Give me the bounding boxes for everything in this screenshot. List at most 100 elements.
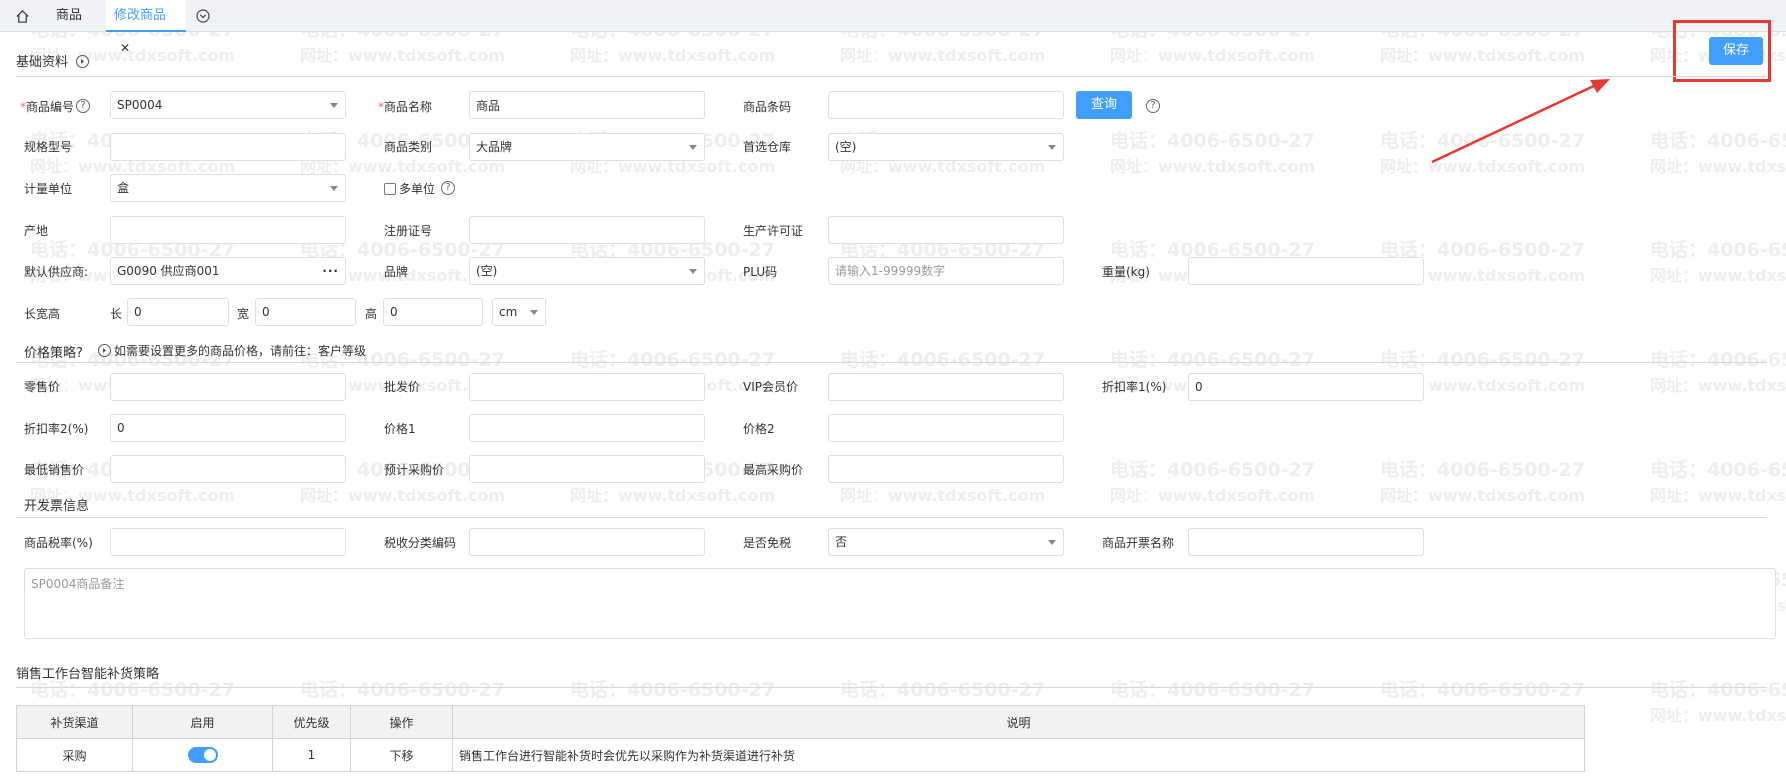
section-invoice-title: 开发票信息 (24, 499, 90, 514)
reg-input[interactable] (469, 216, 705, 244)
enabled-toggle[interactable] (187, 747, 218, 763)
tab-edit-goods[interactable]: 修改商品 ✕ (106, 0, 186, 55)
multi-unit-help-icon[interactable]: ? (441, 181, 455, 195)
checkbox-icon[interactable] (384, 183, 396, 195)
tax-code-input[interactable] (469, 528, 705, 556)
col-action: 操作 (350, 705, 453, 739)
collapse-icon[interactable] (76, 55, 90, 68)
price1-input[interactable] (469, 414, 705, 442)
invoice-name-label: 商品开票名称 (1102, 536, 1175, 550)
plu-label: PLU码 (743, 265, 778, 279)
dims-unit-select[interactable]: cm (492, 298, 546, 326)
table-row: 采购 1 下移 销售工作台进行智能补货时会优先以采购作为补货渠道进行补货 (16, 738, 1585, 772)
tax-rate-label: 商品税率(%) (24, 536, 93, 550)
warehouse-label: 首选仓库 (743, 140, 792, 154)
category-select[interactable]: 大品牌 (469, 133, 705, 161)
price2-input[interactable] (828, 414, 1064, 442)
section-basic-title: 基础资料 (16, 51, 90, 70)
min-sale-input[interactable] (110, 455, 346, 483)
col-desc: 说明 (452, 705, 1585, 739)
license-input[interactable] (828, 216, 1064, 244)
remark-textarea[interactable]: SP0004商品备注 (24, 568, 1776, 639)
home-icon[interactable] (14, 8, 30, 24)
price-strategy-label: 价格策略? (24, 346, 83, 361)
more-icon[interactable]: ··· (322, 258, 339, 284)
weight-input[interactable] (1188, 257, 1424, 285)
cell-priority: 1 (272, 738, 351, 772)
watermark-text: 电话：4006-6500-27网址：www.tdxsoft.com (1650, 130, 1786, 176)
barcode-help-icon[interactable]: ? (1146, 99, 1160, 113)
multi-unit-checkbox[interactable]: 多单位 (384, 180, 435, 197)
supplier-picker[interactable]: G0090 供应商001 ··· (110, 257, 346, 285)
spec-label: 规格型号 (24, 140, 73, 154)
tax-rate-input[interactable] (110, 528, 346, 556)
wholesale-input[interactable] (469, 373, 705, 401)
est-purchase-input[interactable] (469, 455, 705, 483)
discount1-input[interactable] (1188, 373, 1424, 401)
brand-label: 品牌 (384, 265, 409, 279)
watermark-text: 电话：4006-6500-27网址：www.tdxsoft.com (1650, 459, 1786, 505)
origin-label: 产地 (24, 224, 49, 238)
license-label: 生产许可证 (743, 224, 804, 238)
origin-input[interactable] (110, 216, 346, 244)
table-header-row: 补货渠道 启用 优先级 操作 说明 (16, 705, 1585, 739)
cell-desc: 销售工作台进行智能补货时会优先以采购作为补货渠道进行补货 (452, 738, 1585, 772)
supplier-label: 默认供应商: (24, 265, 89, 279)
tab-goods[interactable]: 商品 (56, 0, 94, 32)
tax-free-select[interactable]: 否 (828, 528, 1064, 556)
code-label: *商品编号 (20, 100, 75, 114)
tax-free-label: 是否免税 (743, 536, 792, 550)
barcode-input[interactable] (828, 91, 1064, 119)
col-channel: 补货渠道 (16, 705, 133, 739)
col-priority: 优先级 (272, 705, 351, 739)
wholesale-label: 批发价 (384, 380, 421, 394)
plu-input[interactable] (828, 257, 1064, 285)
est-purchase-label: 预计采购价 (384, 463, 445, 477)
section-divider (16, 76, 1767, 77)
close-icon[interactable]: ✕ (120, 41, 130, 55)
watermark-text: 电话：4006-6500-27网址：www.tdxsoft.com (1650, 349, 1786, 395)
unit-select[interactable]: 盒 (110, 174, 346, 202)
watermark-text: 电话：4006-6500-27网址：www.tdxsoft.com (1110, 459, 1316, 505)
price1-label: 价格1 (384, 422, 416, 436)
name-label: *商品名称 (378, 100, 433, 114)
vip-label: VIP会员价 (743, 380, 798, 394)
name-input[interactable] (469, 91, 705, 119)
discount2-label: 折扣率2(%) (24, 422, 89, 436)
length-input[interactable] (127, 298, 229, 326)
price-divider (16, 362, 1767, 363)
max-purchase-input[interactable] (828, 455, 1064, 483)
chevron-circle-down-icon[interactable] (196, 9, 210, 23)
brand-select[interactable]: (空) (469, 257, 705, 285)
watermark-text: 电话：4006-6500-27网址：www.tdxsoft.com (1380, 130, 1586, 176)
code-select[interactable]: SP0004 (110, 91, 346, 119)
retail-label: 零售价 (24, 380, 61, 394)
discount2-input[interactable] (110, 414, 346, 442)
col-enabled: 启用 (132, 705, 273, 739)
weight-label: 重量(kg) (1102, 265, 1150, 279)
price-hint: 如需要设置更多的商品价格，请前往：客户等级 (98, 342, 366, 359)
highlight-box (1673, 20, 1771, 82)
watermark-text: 电话：4006-6500-27网址：www.tdxsoft.com (1380, 459, 1586, 505)
tax-code-label: 税收分类编码 (384, 536, 457, 550)
max-purchase-label: 最高采购价 (743, 463, 804, 477)
tab-label: 修改商品 (114, 8, 167, 23)
tab-bar: 商品 修改商品 ✕ (0, 0, 1786, 55)
retail-input[interactable] (110, 373, 346, 401)
price2-label: 价格2 (743, 422, 775, 436)
query-button[interactable]: 查询 (1076, 91, 1132, 119)
invoice-name-input[interactable] (1188, 528, 1424, 556)
cell-enabled (132, 738, 273, 772)
vip-input[interactable] (828, 373, 1064, 401)
help-icon[interactable]: ? (76, 99, 90, 113)
category-label: 商品类别 (384, 140, 433, 154)
section-replenish-title: 销售工作台智能补货策略 (16, 667, 160, 682)
len-label: 长 (110, 307, 123, 321)
spec-input[interactable] (110, 133, 346, 161)
play-circle-icon[interactable] (98, 344, 111, 357)
move-down-button[interactable]: 下移 (350, 738, 453, 772)
unit-label: 计量单位 (24, 182, 73, 196)
width-input[interactable] (255, 298, 356, 326)
height-input[interactable] (383, 298, 483, 326)
warehouse-select[interactable]: (空) (828, 133, 1064, 161)
